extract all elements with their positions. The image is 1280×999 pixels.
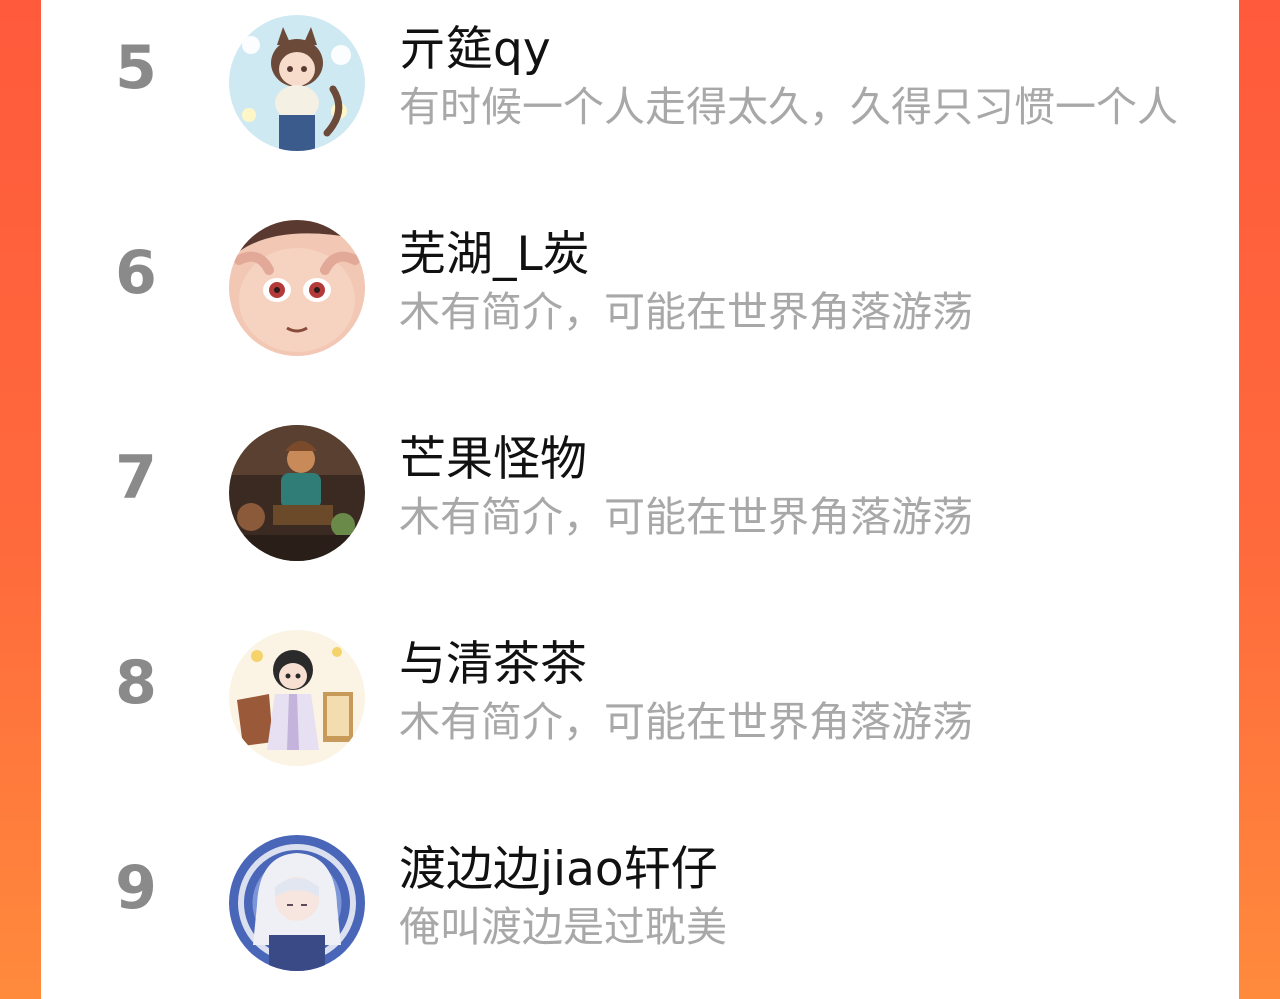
painting-avatar-icon <box>229 425 365 561</box>
user-avatar[interactable] <box>229 835 365 971</box>
ranking-row[interactable]: 7 芒果怪物 木有简介，可能在世界角落游荡 <box>41 410 1239 561</box>
ranking-row[interactable]: 8 与清茶茶 木有简介，可能在世界角落游荡 <box>41 615 1239 766</box>
user-bio: 俺叫渡边是过耽美 <box>399 903 727 951</box>
username[interactable]: 亓筵qy <box>399 24 551 76</box>
chibi-girl-avatar-icon <box>229 630 365 766</box>
username[interactable]: 与清茶茶 <box>399 639 587 691</box>
user-avatar[interactable] <box>229 630 365 766</box>
username[interactable]: 芒果怪物 <box>399 434 587 486</box>
rank-number: 8 <box>115 648 157 718</box>
user-avatar[interactable] <box>229 425 365 561</box>
rank-number: 6 <box>115 238 157 308</box>
ranking-row[interactable]: 6 芜湖_L炭 木有简介，可能在世界角落游荡 <box>41 205 1239 356</box>
user-avatar[interactable] <box>229 220 365 356</box>
user-bio: 木有简介，可能在世界角落游荡 <box>399 493 973 541</box>
rank-number: 9 <box>115 853 157 923</box>
ranking-row[interactable]: 5 亓筵qy 有时候一个人走得太久，久得只习惯一个人 <box>41 0 1239 151</box>
white-hair-character-avatar-icon <box>229 835 365 971</box>
rank-number: 7 <box>115 443 157 513</box>
username[interactable]: 芜湖_L炭 <box>399 229 590 281</box>
user-bio: 木有简介，可能在世界角落游荡 <box>399 698 973 746</box>
ranking-row[interactable]: 9 渡边边jiao轩仔 俺叫渡边是过耽美 <box>41 820 1239 971</box>
user-avatar[interactable] <box>229 15 365 151</box>
user-bio: 木有简介，可能在世界角落游荡 <box>399 288 973 336</box>
cartoon-face-avatar-icon <box>229 220 365 356</box>
ranking-panel: 5 亓筵qy 有时候一个人走得太久，久得只习惯一个人 6 芜湖_L炭 木有简介，… <box>41 0 1239 999</box>
rank-number: 5 <box>115 33 157 103</box>
user-bio: 有时候一个人走得太久，久得只习惯一个人 <box>399 83 1178 131</box>
username[interactable]: 渡边边jiao轩仔 <box>399 844 718 896</box>
cat-ear-girl-avatar-icon <box>229 15 365 151</box>
